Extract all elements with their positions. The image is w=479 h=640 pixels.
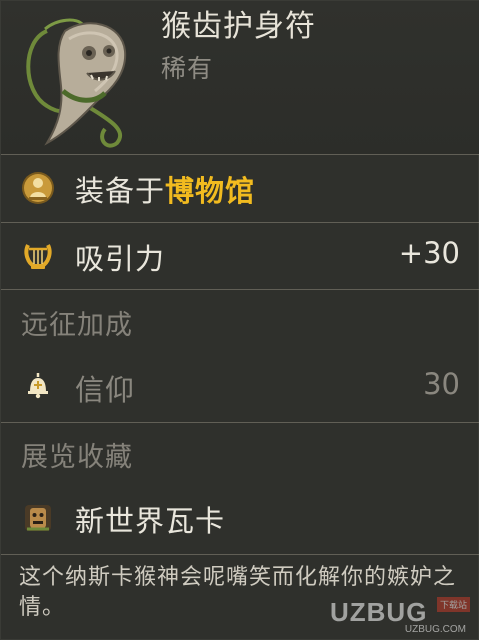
item-header: 猴齿护身符 稀有 (1, 1, 479, 154)
bell-icon (28, 373, 48, 399)
divider (1, 289, 479, 290)
collection-row: 新世界瓦卡 (1, 485, 479, 553)
divider (1, 554, 479, 555)
museum-place: 博物馆 (165, 174, 256, 208)
collection-title: 展览收藏 (21, 442, 133, 473)
watermark: UZBUG 下载站 UZBUG.COM (322, 595, 472, 635)
divider (1, 422, 479, 423)
attraction-label: 吸引力 (75, 242, 166, 276)
lyre-icon (24, 244, 52, 269)
faith-row: 信仰 30 (1, 353, 479, 421)
watermark-sub: UZBUG.COM (404, 624, 466, 635)
attraction-row: 吸引力 +30 (1, 223, 479, 289)
faith-value: 30 (423, 367, 460, 401)
totem-icon (25, 505, 51, 531)
faith-label: 信仰 (75, 373, 136, 407)
watermark-badge: 下载站 (436, 597, 470, 612)
monkey-tooth-amulet-icon (26, 18, 127, 148)
bust-icon (22, 172, 54, 204)
item-rarity: 稀有 (161, 54, 214, 83)
museum-row: 装备于博物馆 (1, 155, 479, 222)
attraction-value: +30 (398, 236, 460, 270)
expedition-title: 远征加成 (21, 310, 133, 341)
item-name: 猴齿护身符 (161, 9, 316, 44)
item-tooltip-card: 猴齿护身符 稀有 装备于博物馆 吸引力 +30 远征加成 信仰 30 展览收藏 … (0, 0, 479, 640)
museum-prefix: 装备于 (75, 174, 166, 208)
collection-name: 新世界瓦卡 (75, 504, 226, 538)
